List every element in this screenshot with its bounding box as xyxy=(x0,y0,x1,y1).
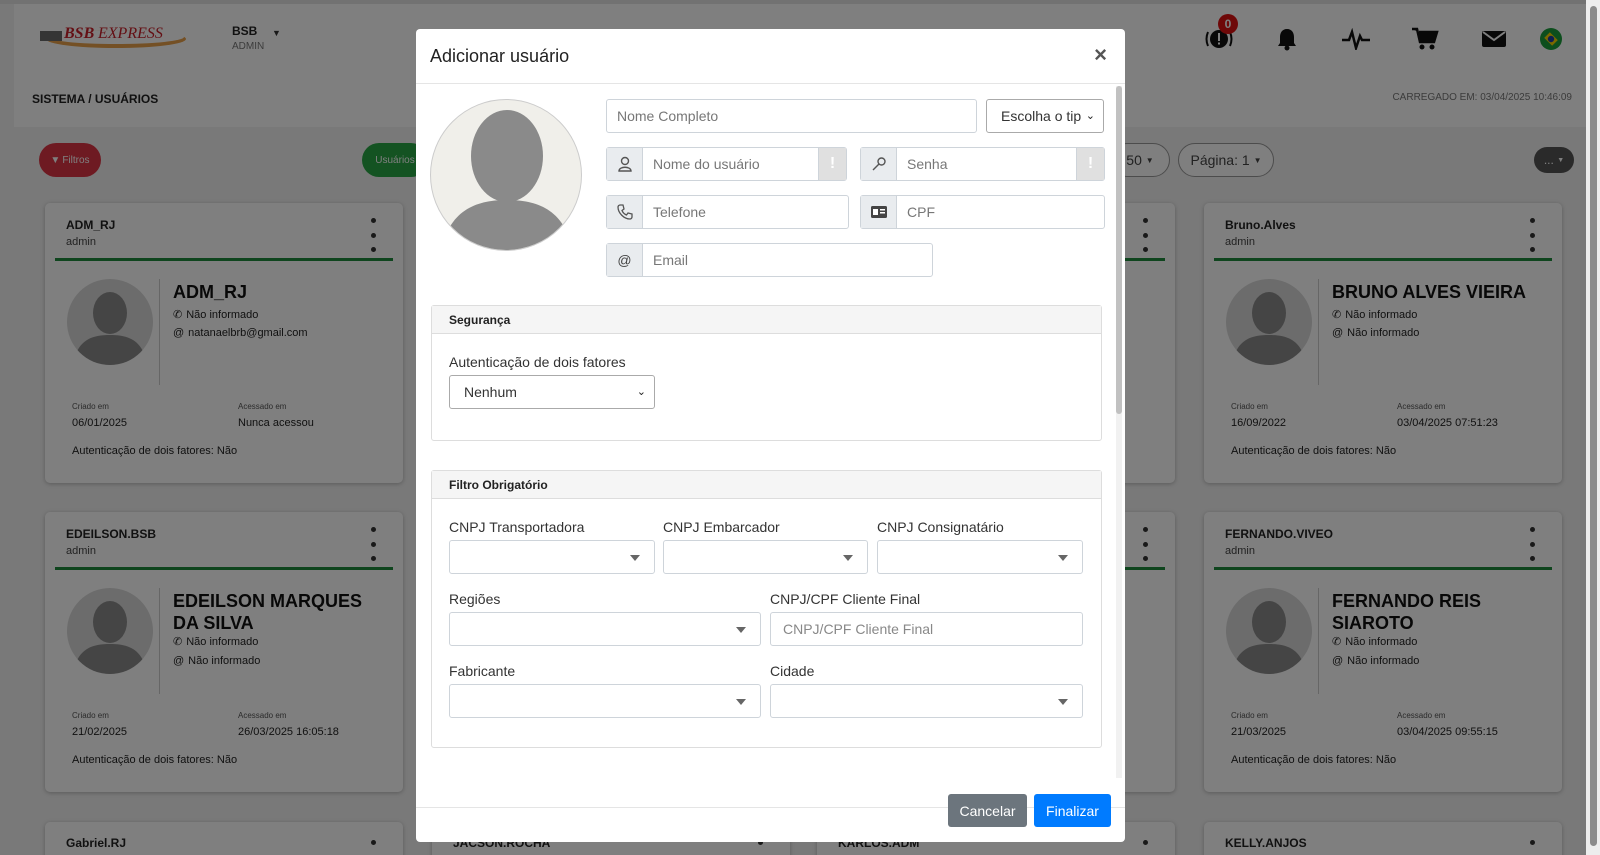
twofa-select-value: Nenhum xyxy=(464,384,517,400)
user-type-select[interactable]: Escolha o tip ⌄ xyxy=(986,99,1104,133)
password-input[interactable]: Senha xyxy=(897,148,1076,180)
dropdown-arrow-icon xyxy=(630,555,640,561)
required-filter-section: Filtro Obrigatório CNPJ Transportadora C… xyxy=(431,470,1102,748)
twofa-select[interactable]: Nenhum ⌄ xyxy=(449,375,655,409)
modal-title: Adicionar usuário xyxy=(430,46,570,66)
cidade-label: Cidade xyxy=(770,663,815,679)
security-section-title: Segurança xyxy=(432,306,1101,334)
close-icon[interactable]: × xyxy=(1094,42,1107,68)
cpf-field[interactable]: CPF xyxy=(860,195,1105,229)
cpf-input[interactable]: CPF xyxy=(897,196,1104,228)
finish-button[interactable]: Finalizar xyxy=(1034,794,1111,827)
dropdown-arrow-icon xyxy=(736,627,746,633)
regioes-select[interactable] xyxy=(449,612,761,646)
dropdown-arrow-icon xyxy=(736,699,746,705)
dropdown-arrow-icon xyxy=(843,555,853,561)
phone-icon xyxy=(607,196,643,228)
cliente-final-placeholder: CNPJ/CPF Cliente Final xyxy=(783,621,934,637)
filter-section-title: Filtro Obrigatório xyxy=(432,471,1101,499)
email-input[interactable]: Email xyxy=(643,244,932,276)
security-section: Segurança Autenticação de dois fatores N… xyxy=(431,305,1102,441)
cnpj-transportadora-select[interactable] xyxy=(449,540,655,574)
chevron-down-icon: ⌄ xyxy=(1085,110,1095,122)
regioes-label: Regiões xyxy=(449,591,501,607)
cnpj-consignatario-select[interactable] xyxy=(877,540,1083,574)
dropdown-arrow-icon xyxy=(1058,555,1068,561)
phone-field[interactable]: Telefone xyxy=(606,195,849,229)
email-field[interactable]: @ Email xyxy=(606,243,933,277)
cancel-button[interactable]: Cancelar xyxy=(948,794,1027,827)
cnpj-embarcador-select[interactable] xyxy=(663,540,868,574)
username-field[interactable]: Nome do usuário ! xyxy=(606,147,847,181)
at-icon: @ xyxy=(607,244,643,276)
key-icon xyxy=(861,148,897,180)
cnpj-embarcador-label: CNPJ Embarcador xyxy=(663,519,780,535)
fabricante-select[interactable] xyxy=(449,684,761,718)
user-type-value: Escolha o tip xyxy=(1001,108,1082,124)
chevron-down-icon: ⌄ xyxy=(636,386,646,398)
password-warning-icon: ! xyxy=(1076,148,1104,180)
dropdown-arrow-icon xyxy=(1058,699,1068,705)
cliente-final-input[interactable]: CNPJ/CPF Cliente Final xyxy=(770,612,1083,646)
cnpj-transportadora-label: CNPJ Transportadora xyxy=(449,519,585,535)
add-user-modal: Adicionar usuário × Nome Completo Escolh… xyxy=(416,29,1125,842)
page-scrollbar-thumb[interactable] xyxy=(1590,6,1597,846)
twofa-label: Autenticação de dois fatores xyxy=(449,354,626,370)
fabricante-label: Fabricante xyxy=(449,663,516,679)
username-warning-icon: ! xyxy=(818,148,846,180)
username-input[interactable]: Nome do usuário xyxy=(643,148,818,180)
cliente-final-label: CNPJ/CPF Cliente Final xyxy=(770,591,921,607)
cidade-select[interactable] xyxy=(770,684,1083,718)
phone-input[interactable]: Telefone xyxy=(643,196,848,228)
modal-header: Adicionar usuário × xyxy=(416,29,1125,84)
id-card-icon xyxy=(861,196,897,228)
modal-scrollbar-thumb[interactable] xyxy=(1116,86,1122,414)
cnpj-consignatario-label: CNPJ Consignatário xyxy=(877,519,1004,535)
profile-photo-upload[interactable] xyxy=(430,99,582,251)
full-name-input[interactable]: Nome Completo xyxy=(606,99,977,133)
user-icon xyxy=(607,148,643,180)
password-field[interactable]: Senha ! xyxy=(860,147,1105,181)
